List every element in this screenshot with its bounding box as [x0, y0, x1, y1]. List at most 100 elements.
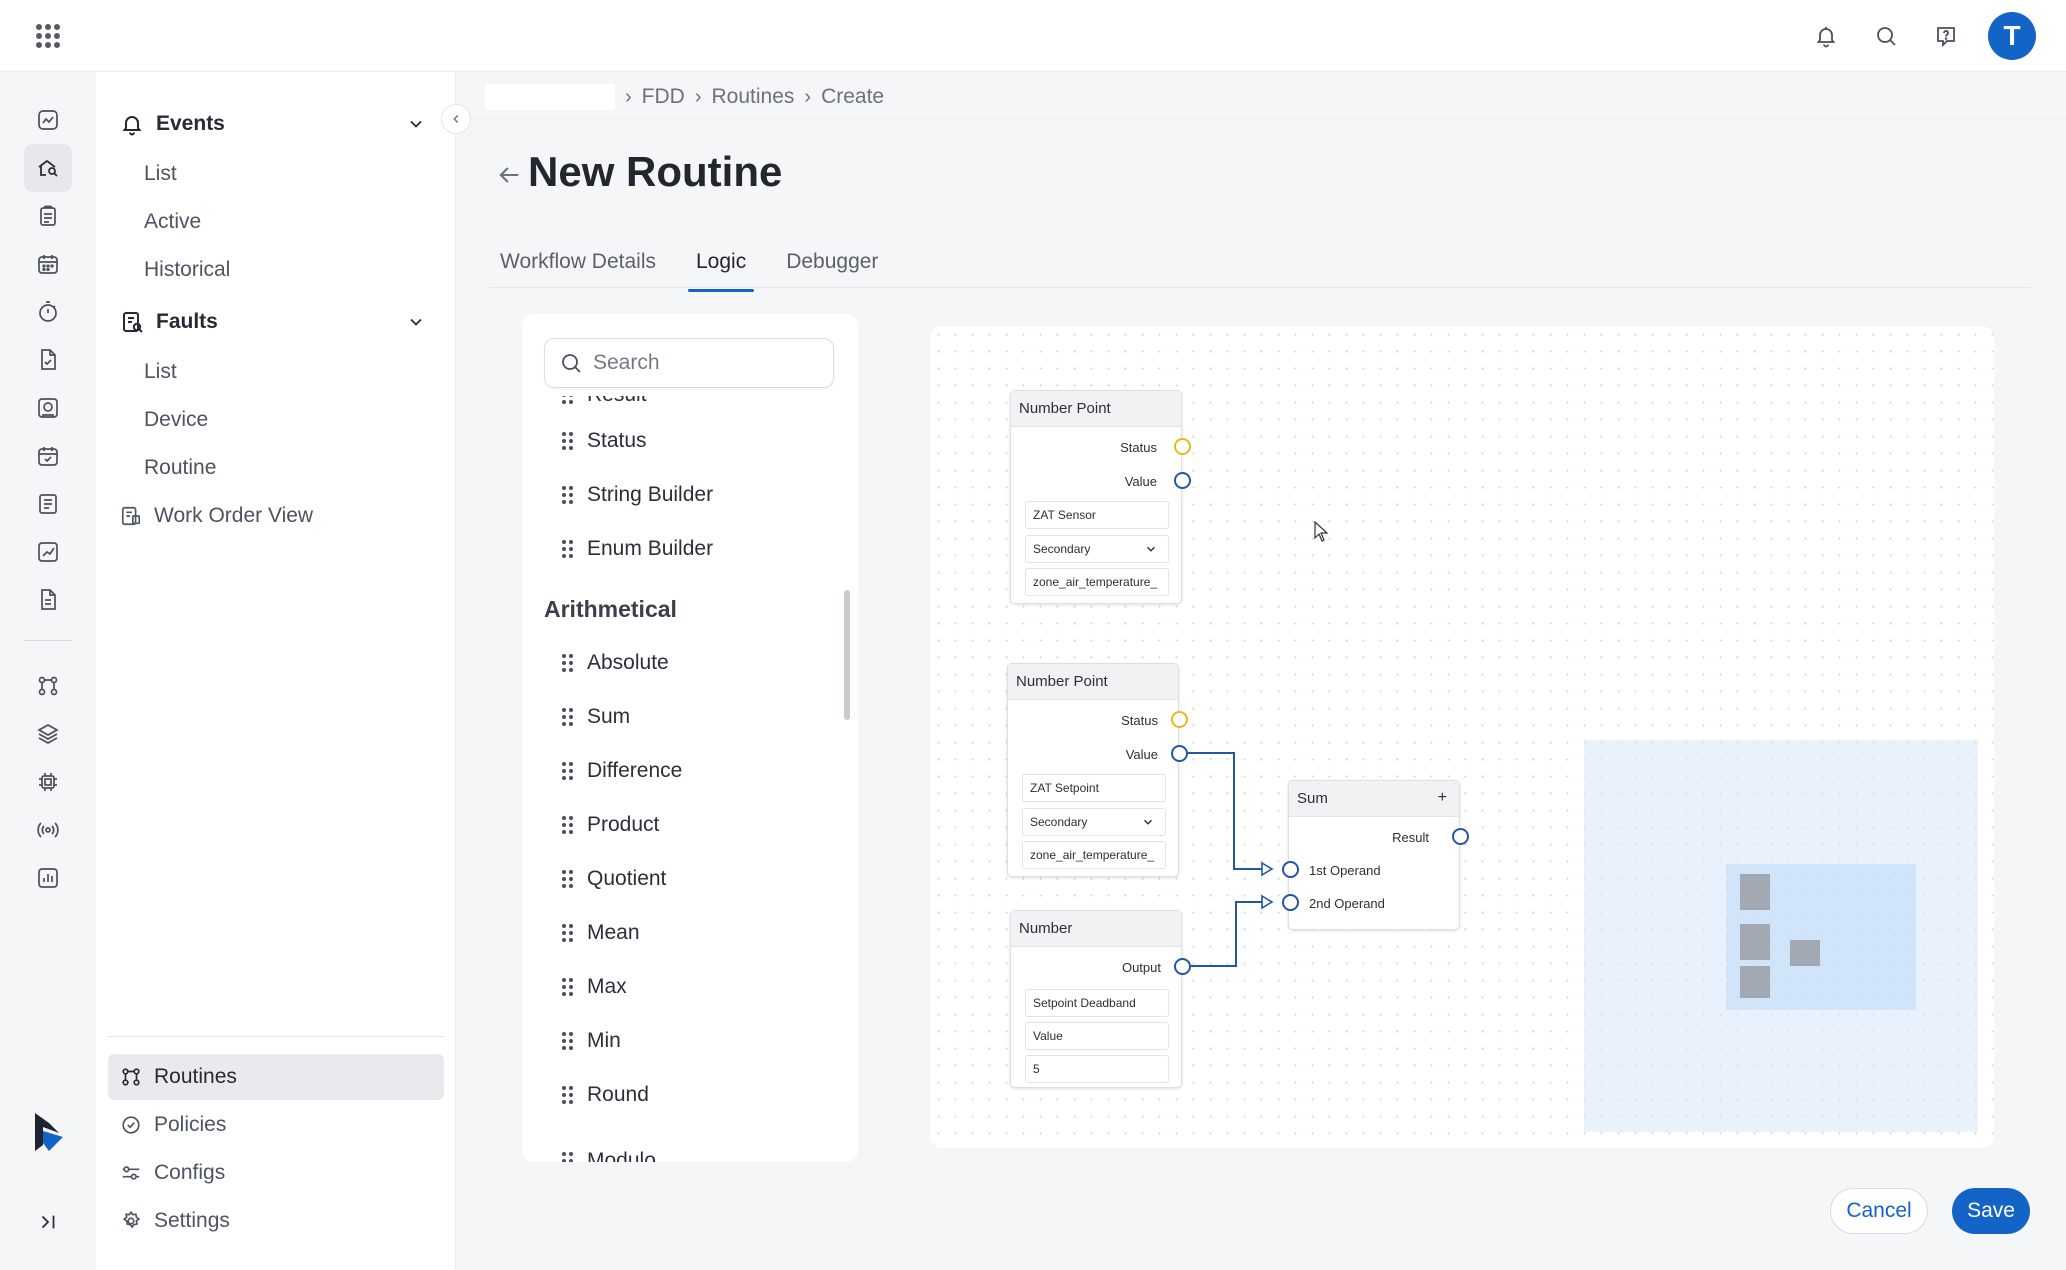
- checklist-icon[interactable]: [24, 192, 72, 240]
- add-operand-button[interactable]: +: [1438, 789, 1447, 807]
- nav-section-events[interactable]: Events: [120, 104, 436, 144]
- point-name-field[interactable]: ZAT Setpoint: [1022, 774, 1166, 802]
- chip-icon[interactable]: [24, 758, 72, 806]
- port-label: Status: [1121, 712, 1158, 728]
- palette-item-label: Enum Builder: [587, 537, 714, 560]
- tab-debugger[interactable]: Debugger: [786, 250, 878, 290]
- status-port[interactable]: [1171, 711, 1188, 728]
- nav-item-faults-device[interactable]: Device: [144, 408, 208, 432]
- user-avatar[interactable]: T: [1988, 12, 2036, 60]
- node-number-deadband[interactable]: Number Output Setpoint Deadband Value 5: [1010, 910, 1191, 1088]
- operand2-input-port[interactable]: [1282, 894, 1299, 911]
- palette-search[interactable]: [544, 338, 834, 388]
- bar-chart-icon[interactable]: [24, 854, 72, 902]
- number-label-field[interactable]: Value: [1025, 1022, 1169, 1050]
- palette-item-result[interactable]: Result: [562, 396, 647, 410]
- chevron-left-icon: [453, 115, 459, 123]
- palette-item-string-builder[interactable]: String Builder: [562, 480, 713, 510]
- palette-item-label: Difference: [587, 759, 683, 782]
- help-icon[interactable]: [1930, 20, 1962, 52]
- operand1-input-port[interactable]: [1282, 861, 1299, 878]
- nav-item-faults-list[interactable]: List: [144, 360, 177, 384]
- nav-section-label: Events: [156, 112, 225, 135]
- document-list-icon[interactable]: [24, 480, 72, 528]
- save-button[interactable]: Save: [1952, 1188, 2030, 1234]
- search-input[interactable]: [593, 351, 813, 375]
- palette-item-label: Sum: [587, 705, 631, 728]
- analytics-icon[interactable]: [24, 96, 72, 144]
- calendar-icon[interactable]: [24, 240, 72, 288]
- expand-rail-icon[interactable]: [24, 1198, 72, 1246]
- palette-item-absolute[interactable]: Absolute: [562, 648, 669, 678]
- chevron-down-icon[interactable]: [406, 312, 426, 332]
- point-tag-field[interactable]: zone_air_temperature_: [1022, 841, 1166, 869]
- nav-section-faults[interactable]: Faults: [120, 302, 436, 342]
- canvas-minimap[interactable]: [1584, 740, 1978, 1132]
- node-number-point-sensor[interactable]: Number Point Status Value ZAT Sensor Sec…: [1010, 390, 1191, 604]
- point-tag-field[interactable]: zone_air_temperature_: [1025, 568, 1169, 596]
- palette-item-mean[interactable]: Mean: [562, 918, 640, 948]
- palette-item-enum-builder[interactable]: Enum Builder: [562, 534, 713, 564]
- palette-item-difference[interactable]: Difference: [562, 756, 682, 786]
- priority-select[interactable]: Secondary: [1025, 535, 1169, 563]
- timer-icon[interactable]: [24, 288, 72, 336]
- search-icon[interactable]: [1870, 20, 1902, 52]
- output-port[interactable]: [1174, 958, 1191, 975]
- palette-item-label: Mean: [587, 921, 640, 944]
- logic-canvas[interactable]: Number Point Status Value ZAT Sensor Sec…: [930, 326, 1994, 1148]
- node-number-point-setpoint[interactable]: Number Point Status Value ZAT Setpoint S…: [1007, 663, 1188, 877]
- tab-logic[interactable]: Logic: [687, 250, 755, 292]
- number-name-field[interactable]: Setpoint Deadband: [1025, 989, 1169, 1017]
- home-search-icon[interactable]: [24, 144, 72, 192]
- palette-scrollbar[interactable]: [844, 590, 850, 720]
- broadcast-icon[interactable]: [24, 806, 72, 854]
- gear-icon: [122, 1210, 141, 1229]
- nav-settings[interactable]: Settings: [108, 1198, 444, 1244]
- point-name-field[interactable]: ZAT Sensor: [1025, 501, 1169, 529]
- palette-item-sum[interactable]: Sum: [562, 702, 630, 732]
- file-check-icon[interactable]: [24, 336, 72, 384]
- nav-policies[interactable]: Policies: [108, 1102, 444, 1148]
- collapse-nav-button[interactable]: [441, 104, 471, 134]
- nav-item-events-active[interactable]: Active: [144, 210, 201, 234]
- palette-list: Result Status String Builder Enum Builde…: [522, 396, 858, 1162]
- palette-item-product[interactable]: Product: [562, 810, 659, 840]
- palette-item-status[interactable]: Status: [562, 426, 647, 456]
- nav-item-events-list[interactable]: List: [144, 162, 177, 186]
- bell-icon[interactable]: [1810, 20, 1842, 52]
- palette-item-max[interactable]: Max: [562, 972, 627, 1002]
- breadcrumb-root-placeholder[interactable]: [485, 84, 615, 110]
- drag-handle-icon: [562, 654, 573, 672]
- palette-item-min[interactable]: Min: [562, 1026, 621, 1056]
- palette-item-quotient[interactable]: Quotient: [562, 864, 666, 894]
- nav-configs[interactable]: Configs: [108, 1150, 444, 1196]
- status-port[interactable]: [1174, 438, 1191, 455]
- layers-icon[interactable]: [24, 710, 72, 758]
- value-output-port[interactable]: [1174, 472, 1191, 489]
- chart-icon[interactable]: [24, 528, 72, 576]
- document-icon[interactable]: [24, 576, 72, 624]
- apps-grid-icon[interactable]: [34, 22, 62, 50]
- tab-workflow-details[interactable]: Workflow Details: [500, 250, 656, 290]
- calendar-check-icon[interactable]: [24, 432, 72, 480]
- nav-routines[interactable]: Routines: [108, 1054, 444, 1100]
- drag-handle-icon: [562, 1086, 573, 1104]
- priority-select[interactable]: Secondary: [1022, 808, 1166, 836]
- back-arrow-icon[interactable]: [494, 160, 524, 190]
- nav-item-faults-routine[interactable]: Routine: [144, 456, 216, 480]
- result-output-port[interactable]: [1452, 828, 1469, 845]
- number-value-field[interactable]: 5: [1025, 1055, 1169, 1083]
- faults-icon: [123, 312, 143, 333]
- reports-icon[interactable]: [24, 384, 72, 432]
- nav-item-events-historical[interactable]: Historical: [144, 258, 230, 282]
- palette-item-round[interactable]: Round: [562, 1080, 649, 1110]
- breadcrumb-routines[interactable]: Routines: [712, 85, 795, 109]
- palette-item-modulo[interactable]: Modulo: [562, 1146, 656, 1162]
- chevron-down-icon[interactable]: [406, 114, 426, 134]
- workflow-icon[interactable]: [24, 662, 72, 710]
- node-sum[interactable]: Sum + Result 1st Operand 2nd Operand: [1282, 780, 1469, 930]
- value-output-port[interactable]: [1171, 745, 1188, 762]
- cancel-button[interactable]: Cancel: [1830, 1188, 1928, 1234]
- breadcrumb-fdd[interactable]: FDD: [642, 85, 685, 109]
- nav-item-work-order-view[interactable]: Work Order View: [120, 498, 313, 534]
